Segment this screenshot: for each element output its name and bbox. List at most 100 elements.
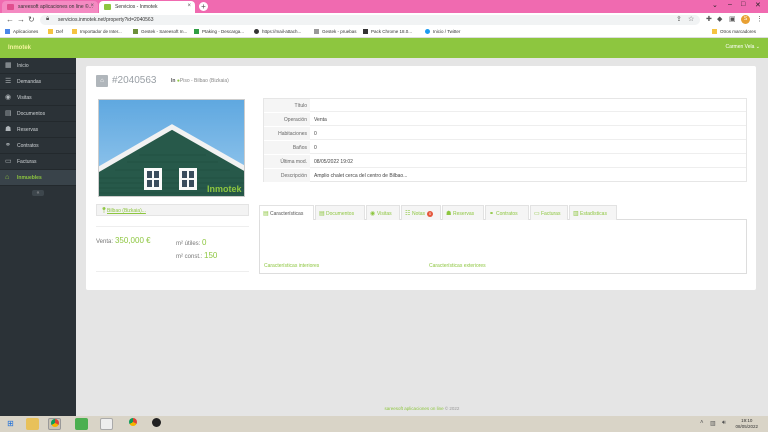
tab-contratos[interactable]: ⚭ Contratos bbox=[485, 205, 529, 220]
bookmark-item[interactable]: Aplicaciones bbox=[5, 29, 38, 34]
notes-count-badge: 0 bbox=[427, 211, 434, 217]
sidebar-item-documentos[interactable]: ▤ Documentos bbox=[0, 106, 76, 122]
info-row-ultima-mod: Última mod. 08/05/2022 19:02 bbox=[264, 155, 746, 168]
app-taskbar-icon[interactable] bbox=[75, 418, 88, 430]
info-row-banos: Baños 0 bbox=[264, 141, 746, 154]
reload-icon[interactable]: ↻ bbox=[28, 15, 35, 24]
extension-icon[interactable]: ✚ bbox=[706, 15, 712, 23]
system-clock[interactable]: 19:10 08/05/2022 bbox=[735, 418, 758, 430]
m2-construidos: m² const.: 150 bbox=[176, 251, 218, 260]
property-type-icon: ⌂ bbox=[96, 75, 108, 87]
tab-estadisticas[interactable]: ▥ Estadísticas bbox=[569, 205, 617, 220]
close-icon[interactable]: × bbox=[90, 3, 94, 9]
site-icon bbox=[363, 29, 368, 34]
notepad-icon[interactable] bbox=[100, 418, 113, 430]
price: Venta: 350,000 € bbox=[96, 236, 151, 245]
tab-search-icon[interactable]: ⌄ bbox=[712, 1, 718, 9]
close-window-icon[interactable]: ✕ bbox=[755, 1, 761, 9]
main-content: ⌂ #2040563 In ●Piso - Bilbao (Bizkaia) I… bbox=[76, 58, 768, 416]
property-location: In ●Piso - Bilbao (Bizkaia) bbox=[171, 78, 229, 84]
forward-icon[interactable]: → bbox=[17, 15, 25, 24]
windows-start-icon[interactable]: ⊞ bbox=[4, 418, 17, 430]
app-header: Inmotek Carmen Vela ⌄ bbox=[0, 38, 768, 58]
property-id: #2040563 bbox=[112, 75, 157, 86]
tray-arrow-icon[interactable]: ˄ bbox=[700, 420, 704, 426]
bookmark-item[interactable]: Def bbox=[48, 29, 63, 34]
bookmark-item[interactable]: Gestek - pruebas bbox=[314, 29, 357, 34]
eye-icon: ◉ bbox=[370, 211, 376, 217]
note-icon: ☷ bbox=[405, 211, 411, 217]
folder-icon: ▭ bbox=[5, 158, 12, 165]
sidebar-collapse-button[interactable]: « bbox=[32, 190, 44, 196]
tab-facturas[interactable]: ▭ Facturas bbox=[530, 205, 568, 220]
app-logo[interactable]: Inmotek bbox=[8, 45, 31, 51]
address-link[interactable]: 📍︎ Bilbao (Bizkaia)... bbox=[96, 204, 249, 216]
bookmark-item[interactable]: Importador de Inter... bbox=[72, 29, 122, 34]
home-icon: ⌂ bbox=[5, 174, 10, 181]
file-explorer-icon[interactable] bbox=[26, 418, 39, 430]
sidepanel-icon[interactable]: ▣ bbox=[729, 15, 736, 23]
chrome-taskbar-icon[interactable] bbox=[48, 418, 61, 430]
tab-visitas[interactable]: ◉ Visitas bbox=[366, 205, 400, 220]
other-bookmarks[interactable]: Otros marcadores bbox=[712, 29, 756, 34]
sidebar-item-facturas[interactable]: ▭ Facturas bbox=[0, 154, 76, 170]
bookmark-item[interactable]: Gestek - Sareesoft In... bbox=[133, 29, 187, 34]
sidebar-item-visitas[interactable]: ◉ Visitas bbox=[0, 90, 76, 106]
tab-documentos[interactable]: ▤ Documentos bbox=[315, 205, 365, 220]
network-icon[interactable]: ▥ bbox=[710, 420, 716, 427]
puzzle-icon[interactable]: ◆ bbox=[717, 15, 722, 23]
profile-avatar[interactable]: S bbox=[741, 15, 750, 24]
list-icon: ▤ bbox=[263, 211, 269, 217]
grid-icon: ▦ bbox=[5, 62, 12, 69]
sidebar-item-inicio[interactable]: ▦ Inicio bbox=[0, 58, 76, 74]
menu-icon[interactable]: ⋮ bbox=[756, 15, 763, 23]
user-menu[interactable]: Carmen Vela ⌄ bbox=[726, 44, 761, 50]
caracteristicas-interiores-link[interactable]: Características interiores bbox=[264, 263, 319, 269]
folder-icon bbox=[48, 29, 53, 34]
bookmark-item[interactable]: Pack Chrome 18.0... bbox=[363, 29, 412, 34]
sidebar-item-demandas[interactable]: ☰ Demandas bbox=[0, 74, 76, 90]
browser-tab-2[interactable]: Servicios - Inmotek × bbox=[99, 1, 195, 13]
omnibar: ← → ↻ 🔒︎ servicios.inmotek.net/property?… bbox=[0, 13, 768, 27]
chevron-down-icon: ⌄ bbox=[755, 44, 760, 50]
app-taskbar-icon-2[interactable] bbox=[150, 418, 163, 430]
list-icon: ☰ bbox=[5, 78, 12, 85]
favicon-icon bbox=[104, 4, 111, 10]
bookmark-item[interactable]: Inicio / Twitter bbox=[425, 29, 460, 34]
tab-caracteristicas[interactable]: ▤ Características bbox=[259, 205, 314, 220]
address-bar[interactable]: 🔒︎ servicios.inmotek.net/property?id=204… bbox=[40, 15, 700, 25]
close-icon[interactable]: × bbox=[187, 3, 191, 9]
maximize-icon[interactable]: □ bbox=[741, 1, 745, 8]
caracteristicas-exteriores-link[interactable]: Características exteriores bbox=[429, 263, 486, 269]
site-icon bbox=[133, 29, 138, 34]
info-row-habitaciones: Habitaciones 0 bbox=[264, 127, 746, 140]
tab-notas[interactable]: ☷ Notas 0 bbox=[401, 205, 441, 220]
browser-tabstrip: sareesoft aplicaciones on line ©... × Se… bbox=[0, 0, 768, 13]
tab-reservas[interactable]: ☗ Reservas bbox=[442, 205, 484, 220]
lock-icon: 🔒︎ bbox=[46, 16, 50, 22]
windows-taskbar: ⊞ ˄ ▥ 🔊︎ 19:10 08/05/2022 bbox=[0, 416, 768, 432]
new-tab-button[interactable]: + bbox=[199, 2, 208, 11]
back-icon[interactable]: ← bbox=[6, 15, 14, 24]
bookmarks-bar: Aplicaciones Def Importador de Inter... … bbox=[0, 27, 768, 38]
chart-icon: ▥ bbox=[573, 211, 579, 217]
browser-tab-1[interactable]: sareesoft aplicaciones on line ©... × bbox=[2, 1, 98, 13]
volume-icon[interactable]: 🔊︎ bbox=[722, 420, 726, 427]
share-icon[interactable]: ⇪ bbox=[676, 15, 682, 23]
browser-tab-label: Servicios - Inmotek bbox=[115, 4, 158, 10]
sidebar-item-reservas[interactable]: ☗ Reservas bbox=[0, 122, 76, 138]
bookmark-item[interactable]: Ptaking - Descarga... bbox=[194, 29, 244, 34]
bookmark-item[interactable]: https://mail-attach... bbox=[254, 29, 301, 34]
sidebar-item-contratos[interactable]: ⚭ Contratos bbox=[0, 138, 76, 154]
footer: sareesoft aplicaciones on line © 2022 bbox=[384, 406, 460, 411]
sidebar-item-inmuebles[interactable]: ⌂ Inmuebles bbox=[0, 170, 76, 186]
folder-icon bbox=[72, 29, 77, 34]
footer-brand-link[interactable]: sareesoft aplicaciones on line bbox=[385, 406, 444, 411]
chrome-taskbar-icon-2[interactable] bbox=[126, 418, 139, 430]
property-info-table: Título Operación Venta Habitaciones 0 Baño… bbox=[263, 98, 747, 182]
minimize-icon[interactable]: – bbox=[728, 1, 732, 8]
browser-tab-label: sareesoft aplicaciones on line ©... bbox=[18, 4, 93, 10]
bookmark-star-icon[interactable]: ☆ bbox=[688, 15, 694, 23]
property-card: ⌂ #2040563 In ●Piso - Bilbao (Bizkaia) I… bbox=[86, 66, 756, 290]
property-photo[interactable]: Inmotek bbox=[98, 99, 245, 197]
